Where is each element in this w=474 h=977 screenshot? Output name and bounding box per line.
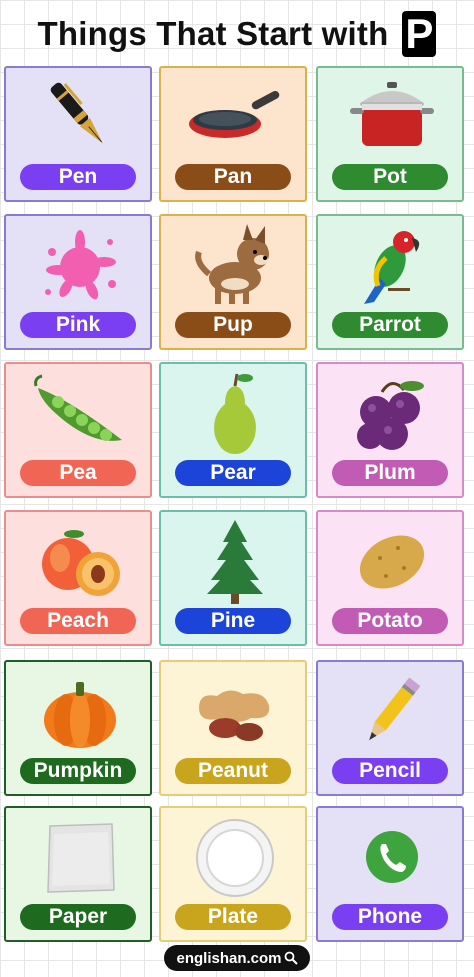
pine-tree-icon: [185, 518, 285, 604]
pea-pod-icon: [30, 370, 130, 456]
card-label: Pink: [20, 312, 136, 338]
card-phone[interactable]: Phone: [316, 806, 464, 942]
title-text: Things That Start with: [37, 15, 389, 52]
puppy-icon: [185, 222, 285, 308]
card-label: Pea: [20, 460, 136, 486]
card-paper[interactable]: Paper: [4, 806, 152, 942]
phone-icon: [342, 814, 442, 900]
site-badge[interactable]: englishan.com: [164, 945, 310, 971]
card-pot[interactable]: Pot: [316, 66, 464, 202]
potato-icon: [342, 518, 442, 604]
pen-icon: [30, 74, 130, 160]
pot-icon: [342, 74, 442, 160]
card-label: Pot: [332, 164, 448, 190]
card-label: Plate: [175, 904, 291, 930]
card-label: Pear: [175, 460, 291, 486]
card-pea[interactable]: Pea: [4, 362, 152, 498]
card-label: Pine: [175, 608, 291, 634]
card-pear[interactable]: Pear: [159, 362, 307, 498]
parrot-icon: [342, 222, 442, 308]
search-icon: [284, 951, 298, 965]
card-label: Plum: [332, 460, 448, 486]
plum-icon: [342, 370, 442, 456]
card-potato[interactable]: Potato: [316, 510, 464, 646]
peach-icon: [30, 518, 130, 604]
pumpkin-icon: [30, 668, 130, 754]
card-label: Parrot: [332, 312, 448, 338]
site-name: englishan.com: [176, 949, 282, 967]
card-pup[interactable]: Pup: [159, 214, 307, 350]
card-label: Phone: [332, 904, 448, 930]
pan-icon: [185, 74, 285, 160]
card-plum[interactable]: Plum: [316, 362, 464, 498]
card-peach[interactable]: Peach: [4, 510, 152, 646]
card-label: Peach: [20, 608, 136, 634]
card-peanut[interactable]: Peanut: [159, 660, 307, 796]
card-label: Pen: [20, 164, 136, 190]
pear-icon: [185, 370, 285, 456]
card-label: Pup: [175, 312, 291, 338]
plate-icon: [185, 814, 285, 900]
pencil-icon: [342, 668, 442, 754]
peanut-icon: [185, 668, 285, 754]
page-title: Things That Start with P: [0, 8, 474, 60]
card-label: Potato: [332, 608, 448, 634]
title-letter-badge: P: [402, 10, 437, 57]
card-label: Peanut: [175, 758, 291, 784]
card-label: Pencil: [332, 758, 448, 784]
paint-splash-icon: [30, 222, 130, 308]
card-pumpkin[interactable]: Pumpkin: [4, 660, 152, 796]
card-label: Pan: [175, 164, 291, 190]
card-label: Pumpkin: [20, 758, 136, 784]
card-parrot[interactable]: Parrot: [316, 214, 464, 350]
card-pencil[interactable]: Pencil: [316, 660, 464, 796]
card-pink[interactable]: Pink: [4, 214, 152, 350]
card-pan[interactable]: Pan: [159, 66, 307, 202]
card-plate[interactable]: Plate: [159, 806, 307, 942]
card-pine[interactable]: Pine: [159, 510, 307, 646]
paper-icon: [30, 814, 130, 900]
card-label: Paper: [20, 904, 136, 930]
card-pen[interactable]: Pen: [4, 66, 152, 202]
